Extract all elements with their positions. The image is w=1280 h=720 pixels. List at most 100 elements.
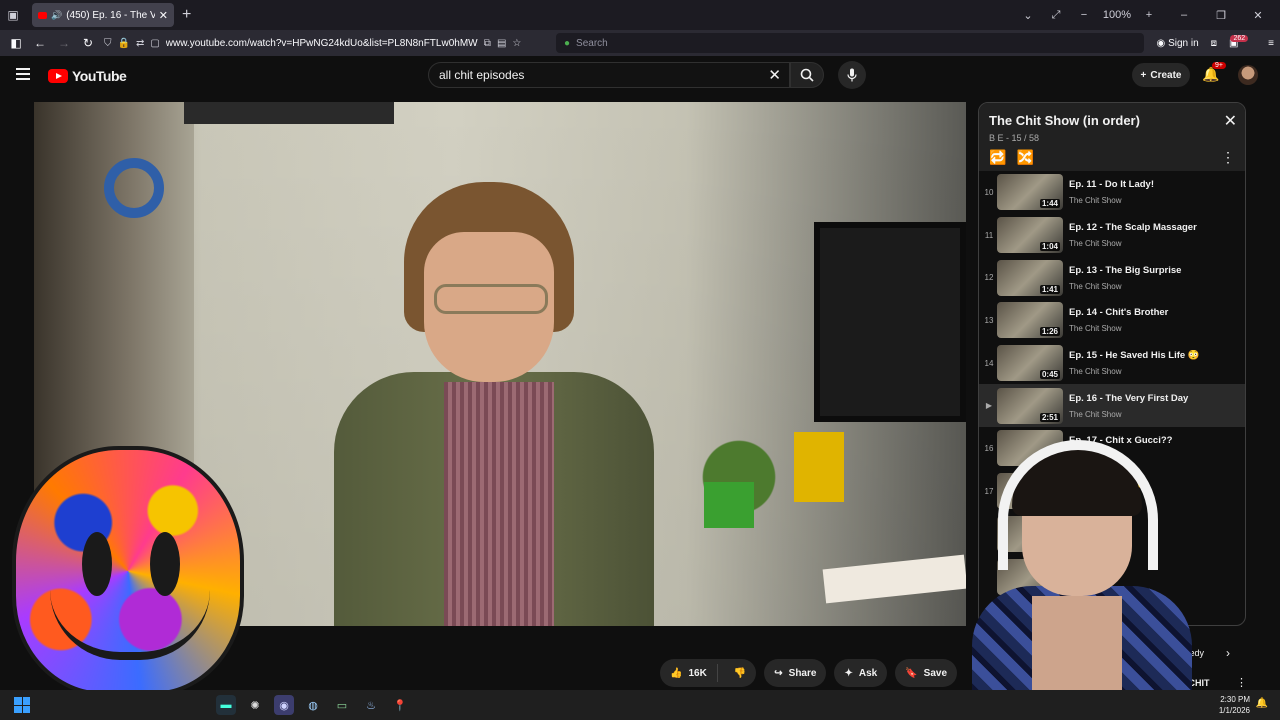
taskbar-apps: ▬ ✺ ◉ ◍ ▭ ♨ 📍 <box>216 695 410 715</box>
playlist-item[interactable]: 12 1:41 Ep. 13 - The Big Surprise The Chit … <box>979 256 1245 299</box>
playlist-item-title[interactable]: Ep. 14 - Chit's Brother <box>1069 307 1239 318</box>
sidebar-toggle-icon[interactable]: ◧ <box>4 36 28 50</box>
save-label: Save <box>923 667 948 679</box>
back-icon[interactable]: ← <box>28 36 52 50</box>
save-button[interactable]: 🔖 Save <box>895 659 958 687</box>
playlist-controls: 🔁 🔀 <box>989 149 1034 166</box>
chevron-down-icon[interactable]: ⌄ <box>1014 9 1042 22</box>
playlist-item-title[interactable]: Ep. 16 - The Very First Day <box>1069 393 1239 404</box>
playlist-item-meta: Ep. 11 - Do It Lady! The Chit Show <box>1069 179 1239 205</box>
avatar[interactable] <box>1238 65 1258 85</box>
forward-icon[interactable]: → <box>52 36 76 50</box>
url-text[interactable]: www.youtube.com/watch?v=HPwNG24kdUo&list… <box>166 38 478 49</box>
zoom-level[interactable]: 100% <box>1098 9 1136 21</box>
like-button[interactable]: 👍 16K <box>660 664 718 682</box>
playlist-item-channel[interactable]: The Chit Show <box>1069 410 1239 419</box>
playlist-item-channel[interactable]: The Chit Show <box>1069 324 1239 333</box>
browser-tab-active[interactable]: 🔊 (450) Ep. 16 - The Very First ✕ <box>32 3 174 27</box>
location-pin-app-icon[interactable]: 📍 <box>390 695 410 715</box>
zoom-out-icon[interactable]: − <box>1070 9 1098 21</box>
playlist-item-title[interactable]: Ep. 15 - He Saved His Life 😳 <box>1069 350 1239 361</box>
playlist-item-title[interactable]: Ep. 11 - Do It Lady! <box>1069 179 1239 190</box>
permissions-icon[interactable]: ⇄ <box>136 38 144 49</box>
minimize-icon[interactable]: – <box>1162 9 1206 21</box>
playlist-title[interactable]: The Chit Show (in order) <box>989 113 1140 128</box>
more-options-icon-bottom[interactable]: ⋮ <box>1236 676 1247 689</box>
playlist-item-thumbnail[interactable]: 1:44 <box>997 174 1063 211</box>
site-info-icon[interactable]: ▢ <box>150 38 159 49</box>
playlist-item-title[interactable]: Ep. 12 - The Scalp Massager <box>1069 222 1239 233</box>
loop-icon[interactable]: 🔁 <box>989 149 1006 166</box>
sign-in-label: Sign in <box>1168 37 1199 49</box>
picture-in-picture-icon[interactable]: ⧉ <box>484 38 491 49</box>
playlist-item-thumbnail[interactable]: 2:51 <box>997 387 1063 424</box>
notifications-button[interactable]: 🔔 9+ <box>1202 62 1226 83</box>
playlist-item[interactable]: 13 1:26 Ep. 14 - Chit's Brother The Chit Sh… <box>979 299 1245 342</box>
sign-in-button[interactable]: ◉ Sign in <box>1157 38 1199 49</box>
more-options-icon[interactable]: ⋮ <box>1221 149 1235 166</box>
hamburger-menu-icon[interactable] <box>16 68 30 80</box>
playlist-item[interactable]: ▶ 2:51 Ep. 16 - The Very First Day The Chit… <box>979 384 1245 428</box>
bookmark-star-icon[interactable]: ☆ <box>512 38 521 49</box>
search-engine-icon[interactable]: ● <box>564 38 570 49</box>
search-button[interactable] <box>790 62 824 88</box>
like-dislike-group: 👍 16K 👎 <box>660 659 757 687</box>
extensions-icon[interactable]: ⧈ <box>1211 38 1217 49</box>
playlist-item[interactable]: 11 1:04 Ep. 12 - The Scalp Massager The Chi… <box>979 214 1245 257</box>
shield-icon[interactable]: ⛉ <box>104 38 112 49</box>
steam-app-icon[interactable]: ♨ <box>361 695 381 715</box>
close-playlist-icon[interactable]: ✕ <box>1224 111 1237 131</box>
create-label: Create <box>1150 69 1182 81</box>
resize-icon[interactable]: ⤢ <box>1042 9 1070 22</box>
reader-icon[interactable]: ▤ <box>497 38 506 49</box>
create-button[interactable]: + Create <box>1132 63 1190 87</box>
dislike-button[interactable]: 👎 <box>724 668 756 679</box>
youtube-search-input[interactable]: all chit episodes ✕ <box>428 62 790 88</box>
sparkle-icon: ✦ <box>844 667 853 679</box>
playlist-item-channel[interactable]: The Chit Show <box>1069 367 1239 376</box>
ask-button[interactable]: ✦ Ask <box>834 659 888 687</box>
search-query: all chit episodes <box>439 68 525 82</box>
zoom-in-icon[interactable]: + <box>1136 9 1162 21</box>
playlist-item-channel[interactable]: The Chit Show <box>1069 282 1239 291</box>
terminal-app-icon[interactable]: ▬ <box>216 695 236 715</box>
clear-search-icon[interactable]: ✕ <box>768 66 781 84</box>
window-controls: ⌄ ⤢ − 100% + – ❐ ✕ <box>1014 0 1280 30</box>
speaker-icon[interactable]: 🔊 <box>51 10 62 21</box>
menu-icon[interactable]: ≡ <box>1268 38 1274 49</box>
code-editor-app-icon[interactable]: ▭ <box>332 695 352 715</box>
url-bar[interactable]: ⛉ 🔒 ⇄ ▢ www.youtube.com/watch?v=HPwNG24k… <box>104 33 550 53</box>
playlist-item-channel[interactable]: The Chit Show <box>1069 196 1239 205</box>
extension-badge: 262 <box>1230 34 1249 42</box>
playlist-item-thumbnail[interactable]: 1:26 <box>997 302 1063 339</box>
playlist-item[interactable]: 14 0:45 Ep. 15 - He Saved His Life 😳 The Ch… <box>979 342 1245 385</box>
playlist-item-channel[interactable]: The Chit Show <box>1069 239 1239 248</box>
youtube-logo-text: YouTube <box>72 68 127 84</box>
notification-center-icon[interactable]: 🔔 <box>1256 698 1268 709</box>
windows-start-icon[interactable] <box>14 697 30 713</box>
playlist-item[interactable]: 10 1:44 Ep. 11 - Do It Lady! The Chit Show <box>979 171 1245 214</box>
playlist-item-thumbnail[interactable]: 1:04 <box>997 217 1063 254</box>
restore-icon[interactable]: ❐ <box>1206 9 1236 22</box>
extension-badge-button[interactable]: ▣262 <box>1229 34 1256 49</box>
globe-app-icon[interactable]: ◍ <box>303 695 323 715</box>
youtube-logo[interactable]: YouTube <box>48 68 127 84</box>
lock-icon[interactable]: 🔒 <box>118 38 130 49</box>
chatgpt-app-icon[interactable]: ✺ <box>245 695 265 715</box>
reload-icon[interactable]: ↻ <box>76 36 100 50</box>
new-tab-icon[interactable]: + <box>182 6 191 24</box>
playlist-item-thumbnail[interactable]: 0:45 <box>997 345 1063 382</box>
discord-app-icon[interactable]: ◉ <box>274 695 294 715</box>
chevron-right-icon[interactable]: › <box>1226 646 1230 660</box>
close-tab-icon[interactable]: ✕ <box>159 9 168 22</box>
share-button[interactable]: ↪ Share <box>764 659 827 687</box>
voice-search-button[interactable] <box>838 61 866 89</box>
tab-list-icon[interactable]: ▣ <box>0 0 26 30</box>
smiley-mouth <box>50 590 210 660</box>
shuffle-icon[interactable]: 🔀 <box>1016 149 1033 166</box>
playlist-item-title[interactable]: Ep. 13 - The Big Surprise <box>1069 265 1239 276</box>
browser-search-box[interactable]: ● Search <box>556 33 1144 53</box>
playlist-item-thumbnail[interactable]: 1:41 <box>997 259 1063 296</box>
close-window-icon[interactable]: ✕ <box>1236 9 1280 22</box>
system-clock[interactable]: 2:30 PM 1/1/2026 <box>1219 694 1250 716</box>
